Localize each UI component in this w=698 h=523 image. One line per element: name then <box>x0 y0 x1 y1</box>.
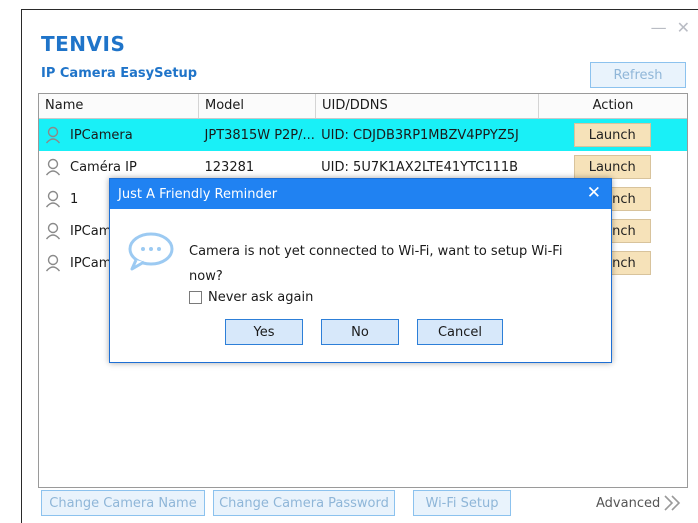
advanced-link[interactable]: Advanced <box>596 494 682 512</box>
never-ask-checkbox[interactable]: Never ask again <box>189 290 313 305</box>
change-camera-name-button[interactable]: Change Camera Name <box>41 490 205 516</box>
wifi-setup-button[interactable]: Wi-Fi Setup <box>413 490 511 516</box>
camera-uid: UID: CDJDB3RP1MBZV4PPYZ5J <box>321 127 519 143</box>
table-header: Name Model UID/DDNS Action <box>39 94 687 119</box>
column-header-model[interactable]: Model <box>199 94 316 118</box>
chat-bubble-icon <box>128 232 174 271</box>
table-row[interactable]: IPCamera JPT3815W P2P/... UID: CDJDB3RP1… <box>39 119 687 151</box>
camera-name: 1 <box>70 191 79 207</box>
advanced-label: Advanced <box>596 495 661 511</box>
window-controls: — ✕ <box>651 18 690 37</box>
camera-model: JPT3815W P2P/... <box>204 127 315 143</box>
camera-name: IPCam <box>70 255 112 271</box>
dialog-titlebar: Just A Friendly Reminder ✕ <box>110 179 611 209</box>
close-icon[interactable]: ✕ <box>677 18 690 37</box>
app-title: IP Camera EasySetup <box>41 66 198 81</box>
camera-name: Caméra IP <box>70 159 137 175</box>
camera-user-icon <box>45 190 61 208</box>
dialog-title: Just A Friendly Reminder <box>118 186 278 202</box>
camera-user-icon <box>45 254 61 272</box>
launch-button[interactable]: Launch <box>573 155 651 179</box>
camera-name: IPCamera <box>70 127 133 143</box>
camera-user-icon <box>45 222 61 240</box>
checkbox-label: Never ask again <box>208 290 314 305</box>
camera-name: IPCam <box>70 223 112 239</box>
camera-model: 123281 <box>204 159 255 175</box>
change-camera-password-button[interactable]: Change Camera Password <box>213 490 395 516</box>
refresh-button[interactable]: Refresh <box>590 62 686 88</box>
checkbox-box[interactable] <box>189 291 202 304</box>
column-header-name[interactable]: Name <box>39 94 199 118</box>
column-header-action: Action <box>592 98 634 113</box>
camera-uid: UID: 5U7K1AX2LTE41YTC111B <box>321 159 519 175</box>
double-chevron-right-icon <box>664 495 681 511</box>
minimize-icon[interactable]: — <box>651 18 667 37</box>
dialog-message: Camera is not yet connected to Wi-Fi, wa… <box>189 244 563 284</box>
camera-user-icon <box>45 158 61 176</box>
dialog-close-icon[interactable]: ✕ <box>587 183 601 203</box>
bottom-toolbar: Change Camera Name Change Camera Passwor… <box>41 490 519 516</box>
dialog-buttons: Yes No Cancel <box>225 319 503 345</box>
cancel-button[interactable]: Cancel <box>417 319 503 345</box>
launch-button[interactable]: Launch <box>573 123 651 147</box>
reminder-dialog: Just A Friendly Reminder ✕ Camera is not… <box>109 178 612 363</box>
camera-user-icon <box>45 126 61 144</box>
yes-button[interactable]: Yes <box>225 319 303 345</box>
no-button[interactable]: No <box>321 319 399 345</box>
brand-logo: TENVIS <box>41 32 126 56</box>
column-header-uid[interactable]: UID/DDNS <box>316 94 539 118</box>
